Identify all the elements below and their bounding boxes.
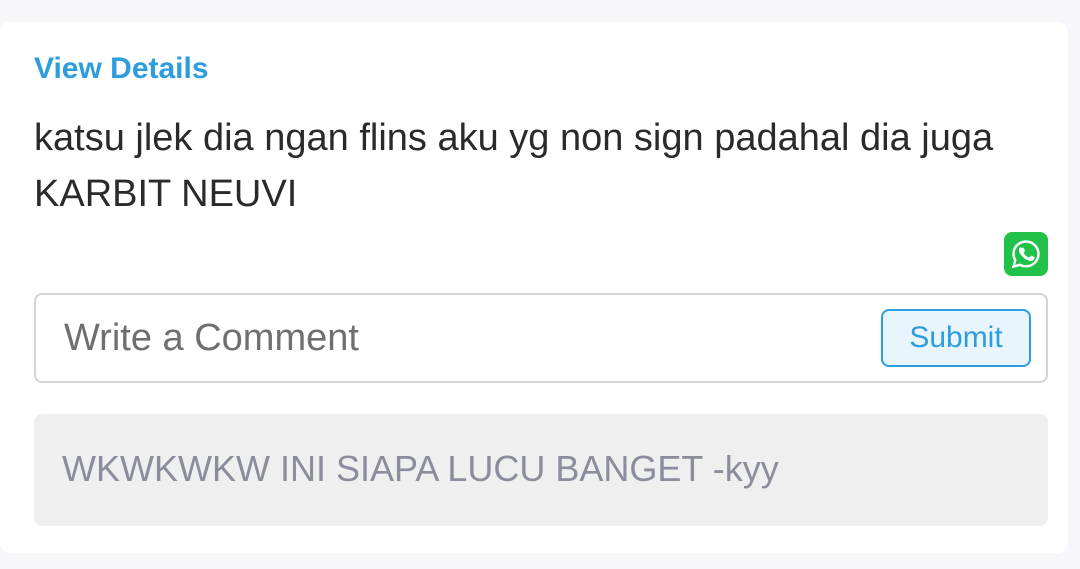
comment-input[interactable] xyxy=(36,295,866,381)
comment-form: Submit xyxy=(34,293,1048,383)
submit-button[interactable]: Submit xyxy=(881,309,1031,367)
post-card: View Details katsu jlek dia ngan flins a… xyxy=(0,22,1068,553)
comment-text: WKWKWKW INI SIAPA LUCU BANGET -kyy xyxy=(62,448,779,489)
comment-item: WKWKWKW INI SIAPA LUCU BANGET -kyy xyxy=(34,414,1048,526)
whatsapp-icon xyxy=(1011,240,1040,269)
whatsapp-share-button[interactable] xyxy=(1004,232,1048,276)
post-text: katsu jlek dia ngan flins aku yg non sig… xyxy=(34,117,994,215)
view-details-link[interactable]: View Details xyxy=(34,52,209,86)
